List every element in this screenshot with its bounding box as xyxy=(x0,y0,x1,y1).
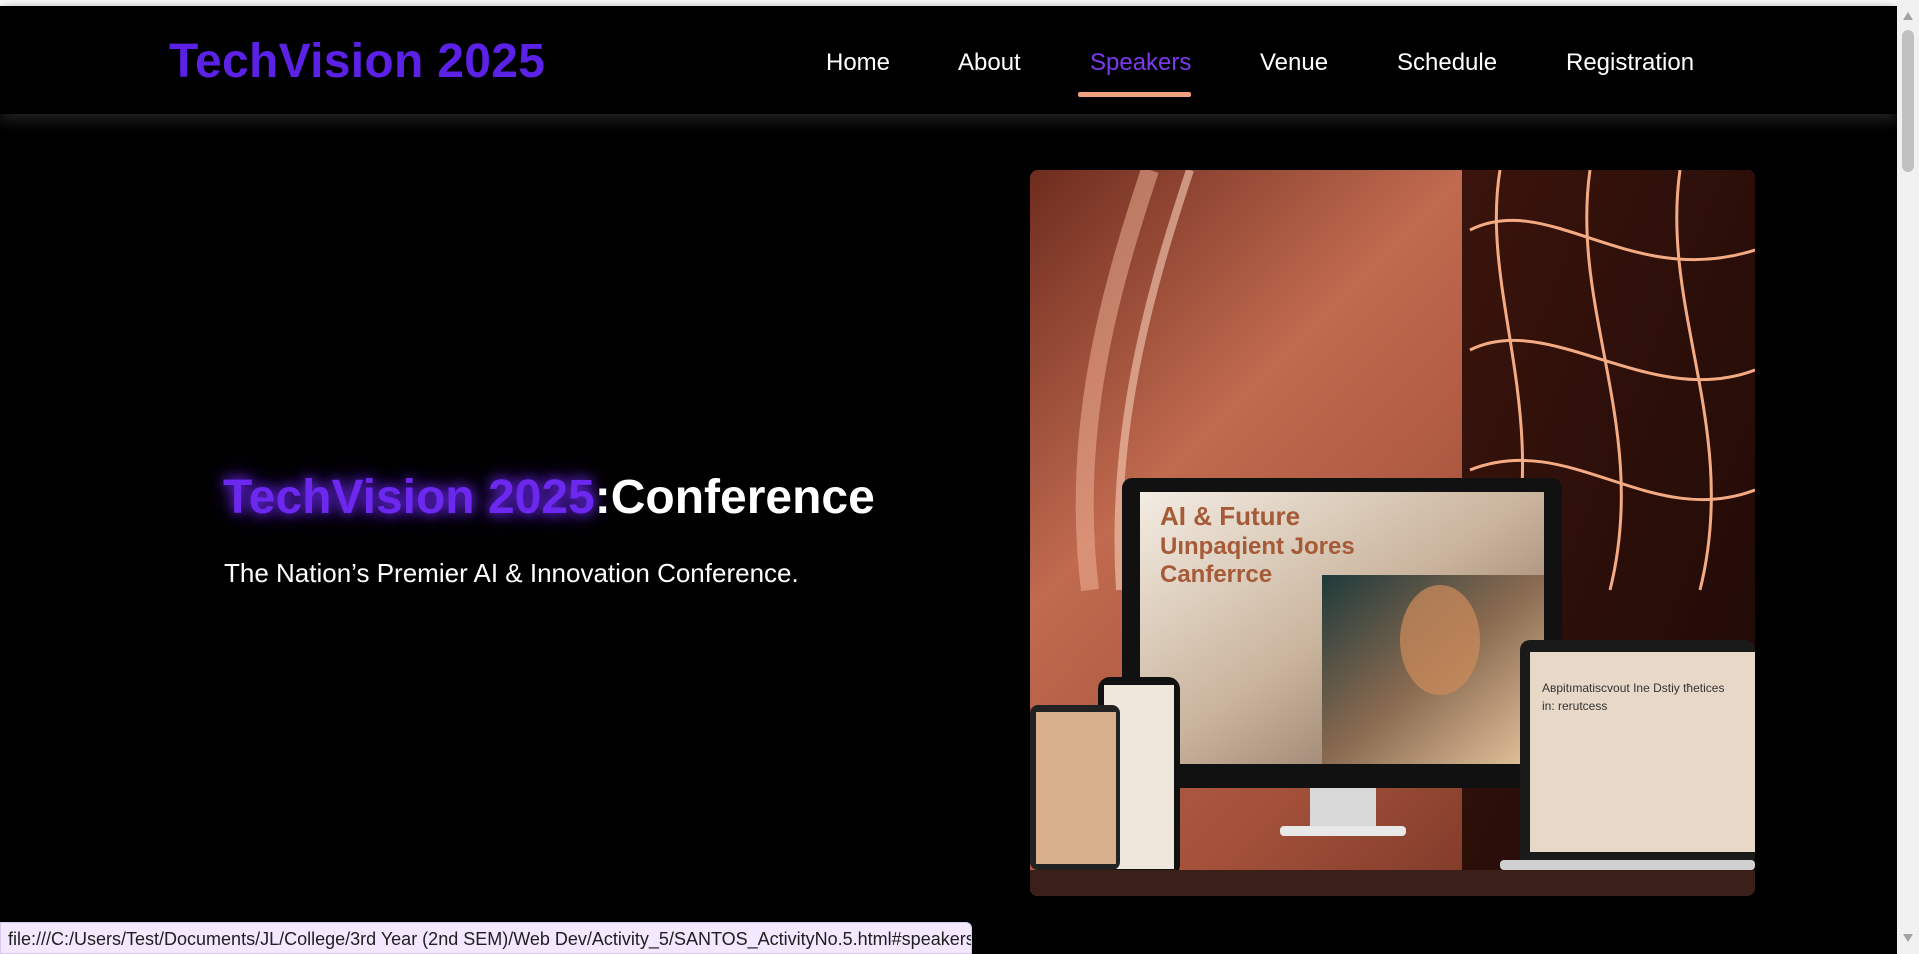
hero-image: AI & Future Uınpaqient Jores Canferrce A… xyxy=(1030,170,1755,896)
scroll-up-icon[interactable] xyxy=(1903,12,1913,20)
hero-illustration: AI & Future Uınpaqient Jores Canferrce A… xyxy=(1030,170,1755,896)
hero-subtitle: The Nation’s Premier AI & Innovation Con… xyxy=(224,558,799,588)
laptop-text-line1: Aвріtımatiscvout Ine Dstiy tħetices xyxy=(1542,681,1724,695)
browser-status-bar: file:///C:/Users/Test/Documents/JL/Colle… xyxy=(0,922,972,954)
vertical-scrollbar[interactable] xyxy=(1897,0,1919,954)
active-nav-indicator xyxy=(1078,92,1191,97)
scroll-thumb[interactable] xyxy=(1902,30,1914,172)
hero-title-brand: TechVision 2025 xyxy=(223,471,595,524)
nav-registration[interactable]: Registration xyxy=(1566,49,1694,77)
site-header: TechVision 2025 Home About Speakers Venu… xyxy=(0,6,1897,114)
nav-about[interactable]: About xyxy=(958,49,1021,77)
nav-venue[interactable]: Venue xyxy=(1260,49,1328,77)
screen-text-line2: Uınpaqient Jores xyxy=(1160,533,1355,560)
hero-title: TechVision 2025:Conference xyxy=(223,470,875,525)
nav-speakers[interactable]: Speakers xyxy=(1090,49,1191,77)
hero-title-rest: :Conference xyxy=(594,471,875,524)
screen-text-line3: Canferrce xyxy=(1160,561,1272,588)
laptop-text-line2: in: rerutcess xyxy=(1542,699,1607,713)
scroll-down-icon[interactable] xyxy=(1903,934,1913,942)
screen-text-line1: AI & Future xyxy=(1160,501,1300,531)
nav-home[interactable]: Home xyxy=(826,49,890,77)
nav-schedule[interactable]: Schedule xyxy=(1397,49,1497,77)
main-nav: Home About Speakers Venue Schedule Regis… xyxy=(0,6,1897,114)
